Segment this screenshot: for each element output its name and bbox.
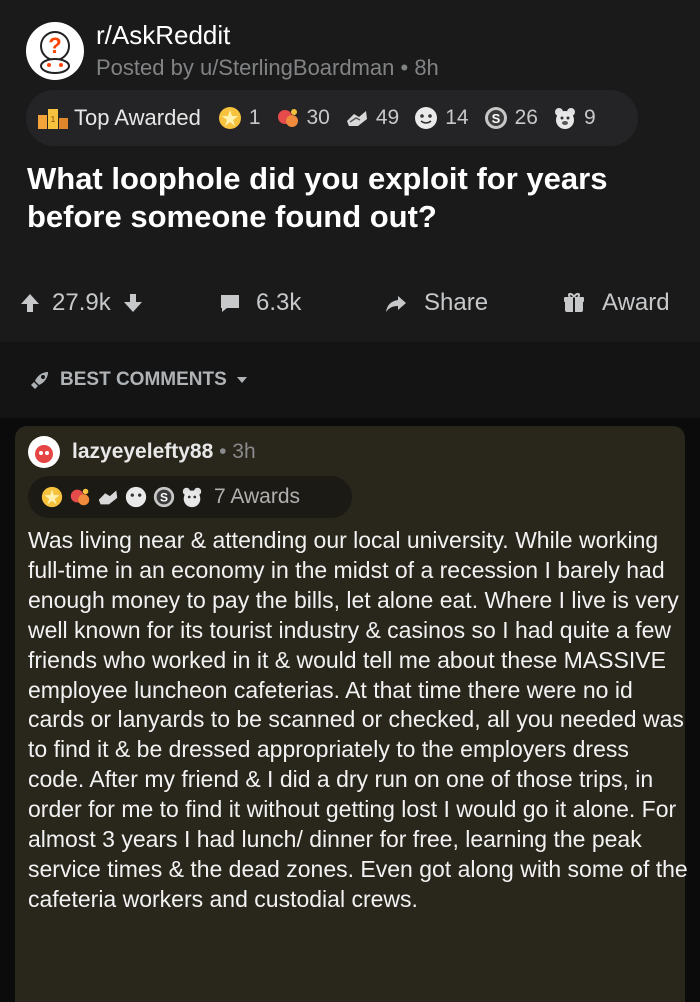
wholesome-award-icon <box>70 488 90 506</box>
subreddit-name[interactable]: r/AskReddit <box>96 20 230 51</box>
comment-body: Was living near & attending our local un… <box>28 527 688 912</box>
vote-count: 27.9k <box>52 289 111 316</box>
comment-icon <box>221 295 239 312</box>
gift-icon <box>564 293 584 312</box>
comments-count: 6.3k <box>256 289 302 316</box>
hugz-award-icon <box>415 107 438 129</box>
sort-dropdown[interactable]: BEST COMMENTS <box>28 368 249 392</box>
post-title[interactable]: What loophole did you exploit for years … <box>27 160 667 236</box>
share-label: Share <box>424 289 489 316</box>
award-silver[interactable]: S 26 <box>483 105 538 131</box>
chevron-down-icon <box>236 377 247 383</box>
vote-group: 27.9k <box>18 289 145 317</box>
hugz-award-icon <box>125 486 147 508</box>
post-meta: Posted by u/SterlingBoardman • 8h <box>96 55 439 80</box>
award-wholesome[interactable]: 30 <box>275 105 330 131</box>
comment-awards[interactable]: S 7 Awards <box>28 476 352 518</box>
award-label: Award <box>602 289 670 316</box>
svg-text:S: S <box>491 111 500 126</box>
top-awarded-label: Top Awarded <box>74 105 201 130</box>
gold-award-icon <box>41 486 63 508</box>
comment-author[interactable]: lazyeyelefty88 • 3h <box>72 440 256 464</box>
sort-label: BEST COMMENTS <box>60 369 227 390</box>
svg-text:S: S <box>160 491 168 505</box>
award-gold[interactable]: 1 <box>217 105 261 131</box>
silver-award-icon: S <box>153 486 175 508</box>
share-button[interactable]: Share <box>384 289 488 317</box>
upvote-icon[interactable] <box>18 291 42 315</box>
comment-time: • 3h <box>213 440 256 463</box>
award-button[interactable]: Award <box>562 289 670 317</box>
helpful-award-icon <box>346 111 367 126</box>
silver-award-icon: S <box>484 107 507 129</box>
bear-award-icon <box>182 487 202 508</box>
bear-award-icon <box>554 108 575 129</box>
comment-awards-count: 7 Awards <box>214 485 300 508</box>
gold-award-icon <box>218 107 241 129</box>
top-awarded-bar[interactable]: 1 Top Awarded 1 30 49 14 S 26 9 <box>26 90 638 146</box>
svg-text:?: ? <box>48 33 61 58</box>
helpful-award-icon <box>98 490 118 505</box>
svg-text:1: 1 <box>51 115 56 124</box>
downvote-icon[interactable] <box>121 291 145 315</box>
podium-icon: 1 <box>38 109 68 129</box>
share-icon <box>386 296 406 312</box>
rocket-icon <box>31 372 48 389</box>
subreddit-avatar[interactable]: ? <box>26 22 84 80</box>
user-avatar[interactable] <box>28 436 60 468</box>
award-hugz[interactable]: 14 <box>413 105 469 131</box>
award-helpful[interactable]: 49 <box>344 105 399 131</box>
wholesome-award-icon <box>277 109 298 127</box>
post-actions: 27.9k 6.3k Share Award <box>0 280 700 330</box>
award-bear[interactable]: 9 <box>552 105 596 131</box>
comments-button[interactable]: 6.3k <box>218 289 301 317</box>
